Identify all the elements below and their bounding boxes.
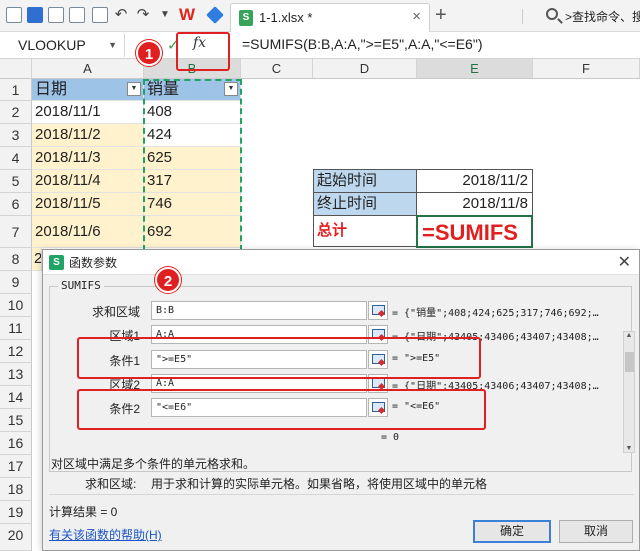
new-tab-icon[interactable]: +: [435, 4, 447, 27]
total-formula-cell[interactable]: =SUMIFS: [416, 215, 533, 248]
arguments-scrollbar[interactable]: ▲ ▼: [623, 331, 635, 453]
row-header[interactable]: 4: [0, 147, 32, 170]
row-header[interactable]: 8: [0, 248, 32, 271]
tab-document[interactable]: S 1-1.xlsx * ×: [230, 3, 430, 32]
range-picker-icon[interactable]: [368, 301, 388, 320]
column-header-e[interactable]: E: [417, 59, 533, 79]
name-box-value: VLOOKUP: [18, 37, 86, 53]
row-header[interactable]: 9: [0, 271, 32, 294]
param-help-label: 求和区域:: [85, 477, 137, 491]
date-cell[interactable]: 2018/11/5: [32, 193, 144, 216]
calc-result: 计算结果 = 0: [49, 505, 118, 519]
copy-range-border: [143, 79, 242, 251]
sum-range-input[interactable]: B:B: [151, 301, 367, 320]
function-name: SUMIFS: [58, 279, 104, 292]
print-icon[interactable]: [69, 7, 85, 23]
date-cell[interactable]: 2018/11/2: [32, 124, 144, 147]
total-label[interactable]: 总计: [313, 215, 417, 247]
cancel-button[interactable]: 取消: [559, 520, 633, 543]
step-marker-2: 2: [155, 267, 181, 293]
scroll-thumb[interactable]: [625, 352, 634, 372]
start-time-value[interactable]: 2018/11/2: [416, 169, 533, 193]
print-preview-icon[interactable]: [92, 7, 108, 23]
formula-input[interactable]: =SUMIFS(B:B,A:A,">=E5",A:A,"<=E6"): [242, 36, 482, 52]
name-box[interactable]: VLOOKUP ▼: [0, 34, 125, 57]
row-header[interactable]: 1: [0, 79, 32, 101]
row-header[interactable]: 3: [0, 124, 32, 147]
arguments-group: SUMIFS 求和区域 B:B = {"销量";408;424;625;317;…: [49, 279, 635, 472]
date-cell-partial[interactable]: 2: [32, 248, 42, 271]
criteria2-highlight-box: [77, 389, 486, 430]
new-file-icon[interactable]: [6, 7, 22, 23]
row-header[interactable]: 15: [0, 409, 32, 432]
document-tab-label: 1-1.xlsx *: [259, 10, 313, 25]
title-bar: ↶ ↷ ▼ W S 1-1.xlsx * × + >查找命令、搜: [0, 0, 640, 32]
close-tab-icon[interactable]: ×: [412, 8, 421, 25]
scroll-down-icon[interactable]: ▼: [624, 445, 634, 452]
formula-bar: VLOOKUP ▼ ✓ fx =SUMIFS(B:B,A:A,">=E5",A:…: [0, 32, 640, 59]
search-icon[interactable]: [546, 8, 558, 20]
select-all-corner[interactable]: [0, 59, 32, 79]
divider: [49, 494, 634, 495]
fx-highlight-box: [176, 32, 230, 71]
date-cell[interactable]: 2018/11/1: [32, 101, 144, 124]
start-time-label[interactable]: 起始时间: [313, 169, 417, 193]
row-header[interactable]: 12: [0, 340, 32, 363]
help-link[interactable]: 有关该函数的帮助(H): [49, 526, 162, 543]
close-icon[interactable]: ✕: [618, 252, 631, 272]
row-header[interactable]: 2: [0, 101, 32, 124]
row-header[interactable]: 14: [0, 386, 32, 409]
param-label: 求和区域: [91, 305, 140, 319]
spreadsheet-file-icon: S: [239, 10, 253, 26]
undo-icon[interactable]: ↶: [113, 7, 129, 23]
row-header[interactable]: 17: [0, 455, 32, 478]
row-header[interactable]: 16: [0, 432, 32, 455]
export-icon[interactable]: [48, 7, 64, 23]
cell-a1[interactable]: 日期 ▼: [32, 79, 144, 101]
filter-dropdown-icon[interactable]: ▼: [127, 82, 141, 96]
date-cell[interactable]: 2018/11/4: [32, 170, 144, 193]
end-time-label[interactable]: 终止时间: [313, 192, 417, 216]
command-search-input[interactable]: >查找命令、搜: [565, 8, 640, 25]
total-result: = 0: [381, 432, 400, 443]
param-result: = {"销量";408;424;625;317;746;692;…: [392, 308, 599, 319]
dialog-title-bar: S 函数参数 ✕: [43, 250, 639, 275]
customize-dropdown-icon[interactable]: ▼: [157, 7, 173, 23]
param-help-text: 用于求和计算的实际单元格。如果省略，将使用区域中的单元格: [151, 477, 488, 491]
row-header[interactable]: 5: [0, 170, 32, 193]
criteria1-highlight-box: [77, 337, 481, 379]
column-header-f[interactable]: F: [533, 59, 640, 79]
chevron-down-icon[interactable]: ▼: [108, 34, 117, 57]
date-cell[interactable]: 2018/11/3: [32, 147, 144, 170]
divider: [522, 9, 523, 24]
column-header-c[interactable]: C: [241, 59, 313, 79]
row-header[interactable]: 13: [0, 363, 32, 386]
redo-icon[interactable]: ↷: [135, 7, 151, 23]
step-marker-1: 1: [136, 40, 162, 66]
row-header[interactable]: 7: [0, 216, 32, 248]
column-header-a[interactable]: A: [32, 59, 144, 79]
date-cell[interactable]: 2018/11/6: [32, 216, 144, 248]
ok-button[interactable]: 确定: [473, 520, 551, 543]
row-header[interactable]: 18: [0, 478, 32, 501]
dialog-title: 函数参数: [69, 256, 118, 270]
header-date: 日期: [35, 81, 68, 98]
spreadsheet-app-icon: S: [49, 255, 64, 270]
function-description: 对区域中满足多个条件的单元格求和。: [51, 457, 256, 471]
column-header-d[interactable]: D: [313, 59, 417, 79]
scroll-up-icon[interactable]: ▲: [624, 332, 634, 339]
row-header[interactable]: 20: [0, 524, 32, 551]
row-header[interactable]: 6: [0, 193, 32, 216]
app-center-icon[interactable]: [206, 6, 224, 24]
save-icon[interactable]: [27, 7, 43, 23]
wps-logo-icon: W: [179, 5, 196, 24]
row-header[interactable]: 11: [0, 317, 32, 340]
row-header[interactable]: 10: [0, 294, 32, 317]
end-time-value[interactable]: 2018/11/8: [416, 192, 533, 216]
row-header[interactable]: 19: [0, 501, 32, 524]
